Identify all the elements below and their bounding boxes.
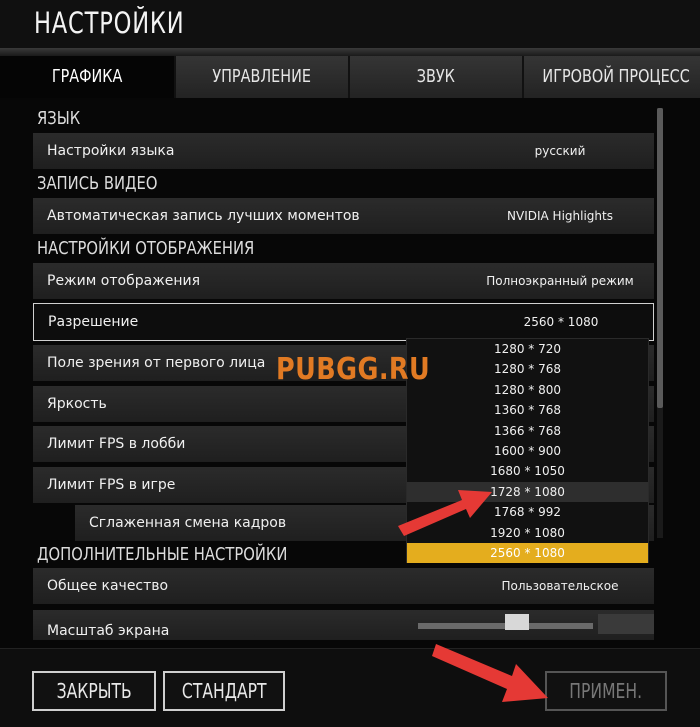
resolution-option[interactable]: 1280 * 800 <box>407 380 648 400</box>
resolution-dropdown[interactable]: 1280 * 720 1280 * 768 1280 * 800 1360 * … <box>406 338 649 564</box>
resolution-option[interactable]: 1280 * 720 <box>407 339 648 359</box>
tab-gameplay[interactable]: ИГРОВОЙ ПРОЦЕСС <box>524 56 700 98</box>
row-overall-quality[interactable]: Общее качество Пользовательское <box>33 568 654 604</box>
resolution-option[interactable]: 1360 * 768 <box>407 400 648 420</box>
resolution-option-hovered[interactable]: 1728 * 1080 <box>407 481 648 503</box>
row-value: русский <box>534 144 586 158</box>
section-display: НАСТРОЙКИ ОТОБРАЖЕНИЯ <box>37 238 255 259</box>
row-label: Разрешение <box>48 314 139 330</box>
row-value: NVIDIA Highlights <box>507 209 613 223</box>
row-label: Поле зрения от первого лица <box>47 355 266 371</box>
default-button[interactable]: СТАНДАРТ <box>163 671 285 711</box>
row-value: Полноэкранный режим <box>486 274 634 288</box>
row-label: Яркость <box>47 396 107 412</box>
tab-bar: ГРАФИКА УПРАВЛЕНИЕ ЗВУК ИГРОВОЙ ПРОЦЕСС <box>0 56 700 98</box>
resolution-option[interactable]: 1768 * 992 <box>407 502 648 522</box>
resolution-option[interactable]: 1366 * 768 <box>407 421 648 441</box>
resolution-option-selected[interactable]: 2560 * 1080 <box>407 542 648 564</box>
apply-button[interactable]: ПРИМЕН. <box>545 671 667 711</box>
title-divider <box>0 48 700 56</box>
screen-scale-slider-handle[interactable] <box>505 614 529 630</box>
row-label: Режим отображения <box>47 273 201 289</box>
row-label: Масштаб экрана <box>47 623 170 639</box>
screen-scale-value-box[interactable] <box>598 614 654 634</box>
row-label: Автоматическая запись лучших моментов <box>47 208 360 224</box>
scrollbar-thumb[interactable] <box>657 108 663 408</box>
close-button[interactable]: ЗАКРЫТЬ <box>32 671 156 711</box>
row-label: Лимит FPS в игре <box>47 477 176 493</box>
resolution-option[interactable]: 1680 * 1050 <box>407 461 648 481</box>
section-video-record: ЗАПИСЬ ВИДЕО <box>37 173 158 194</box>
row-value: Пользовательское <box>501 579 619 593</box>
row-label: Настройки языка <box>47 143 175 159</box>
section-language: ЯЗЫК <box>37 108 81 129</box>
tab-graphics[interactable]: ГРАФИКА <box>0 56 176 98</box>
row-display-mode[interactable]: Режим отображения Полноэкранный режим <box>33 263 654 299</box>
tab-sound[interactable]: ЗВУК <box>350 56 524 98</box>
row-resolution[interactable]: Разрешение 2560 * 1080 <box>33 303 654 341</box>
row-language[interactable]: Настройки языка русский <box>33 133 654 169</box>
resolution-option[interactable]: 1600 * 900 <box>407 441 648 461</box>
section-advanced: ДОПОЛНИТЕЛЬНЫЕ НАСТРОЙКИ <box>37 544 288 565</box>
row-value: 2560 * 1080 <box>523 315 599 329</box>
row-label: Лимит FPS в лобби <box>47 436 186 452</box>
row-auto-record[interactable]: Автоматическая запись лучших моментов NV… <box>33 198 654 234</box>
settings-scrollbar[interactable] <box>657 108 663 538</box>
watermark-text: PUBGG.RU <box>276 352 431 387</box>
page-title: НАСТРОЙКИ <box>34 6 185 40</box>
row-label: Общее качество <box>47 578 169 594</box>
resolution-option[interactable]: 1920 * 1080 <box>407 523 648 543</box>
resolution-option[interactable]: 1280 * 768 <box>407 359 648 379</box>
tab-controls[interactable]: УПРАВЛЕНИЕ <box>176 56 350 98</box>
row-label: Сглаженная смена кадров <box>89 515 287 531</box>
